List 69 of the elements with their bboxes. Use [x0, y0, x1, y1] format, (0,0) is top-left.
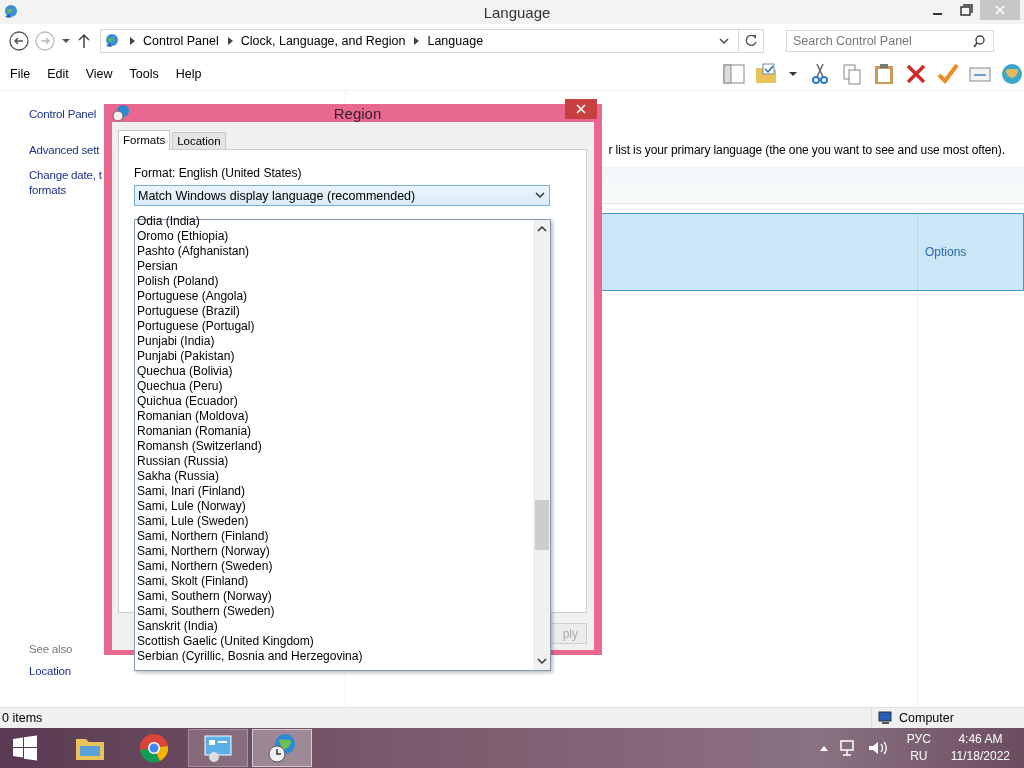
dropdown-option[interactable]: Sami, Inari (Finland): [135, 484, 533, 499]
network-icon[interactable]: [838, 739, 857, 757]
dropdown-option[interactable]: Portuguese (Portugal): [135, 319, 533, 334]
breadcrumb[interactable]: Control Panel: [143, 34, 219, 48]
sidebar-link[interactable]: Change date, t formats: [29, 168, 102, 198]
chevron-icon: [128, 36, 136, 46]
chevron-up-icon: [535, 224, 548, 234]
clock-time[interactable]: 4:46 AM: [958, 731, 1003, 748]
format-label: Format: English (United States): [134, 166, 303, 180]
dropdown-option[interactable]: Romansh (Switzerland): [135, 439, 533, 454]
dropdown-option[interactable]: Sami, Lule (Norway): [135, 499, 533, 514]
sidebar-link[interactable]: Control Panel: [29, 107, 97, 122]
computer-icon: [878, 711, 894, 725]
speaker-icon[interactable]: [866, 739, 887, 757]
chevron-down-icon: [534, 190, 546, 201]
close-icon[interactable]: [565, 99, 597, 119]
window-title: Language: [482, 3, 552, 21]
dropdown-option[interactable]: Romanian (Romania): [135, 424, 533, 439]
dropdown-option[interactable]: Sami, Northern (Norway): [135, 544, 533, 559]
sidebar-link[interactable]: Advanced sett: [29, 143, 100, 158]
description-text: r list is your primary language (the one you want to see and use most often).: [608, 143, 1005, 157]
dropdown-option[interactable]: Russian (Russia): [135, 454, 533, 469]
menu-item[interactable]: Tools: [129, 67, 159, 81]
globe-clock-icon[interactable]: [252, 729, 312, 767]
dialog-title: Region: [332, 104, 383, 122]
dropdown-option[interactable]: Sami, Northern (Finland): [135, 529, 533, 544]
section-heading: See also: [29, 643, 73, 655]
input-language[interactable]: РУС: [906, 731, 931, 748]
dropdown-option[interactable]: Romanian (Moldova): [135, 409, 533, 424]
locale-indicator[interactable]: RU: [910, 748, 928, 765]
breadcrumb[interactable]: Clock, Language, and Region: [240, 34, 406, 48]
dropdown-option[interactable]: Sami, Southern (Norway): [135, 589, 533, 604]
control-panel-icon[interactable]: [188, 729, 248, 767]
clock-date[interactable]: 11/18/2022: [950, 748, 1010, 765]
dropdown-option[interactable]: Portuguese (Brazil): [135, 304, 533, 319]
menu-item[interactable]: Edit: [47, 67, 69, 81]
dropdown-option[interactable]: Sami, Northern (Sweden): [135, 559, 533, 574]
address-bar[interactable]: Control Panel Clock, Language, and Region Language: [100, 29, 764, 53]
dropdown-option[interactable]: Sami, Skolt (Finland): [135, 574, 533, 589]
tab[interactable]: Location: [172, 132, 226, 149]
search-field[interactable]: Search Control Panel: [786, 30, 994, 52]
dropdown-option[interactable]: Punjabi (Pakistan): [135, 349, 533, 364]
status-text: 0 items: [1, 711, 43, 725]
tab[interactable]: Formats: [118, 130, 171, 150]
scroll-thumb[interactable]: [534, 500, 549, 550]
status-text: Computer: [899, 711, 954, 725]
dropdown-option[interactable]: Quichua (Ecuador): [135, 394, 533, 409]
menu-item[interactable]: File: [10, 67, 31, 81]
options-link[interactable]: Options: [917, 214, 1023, 290]
chevron-icon: [225, 36, 234, 46]
menu-item[interactable]: View: [85, 67, 113, 81]
menu-item[interactable]: Help: [175, 67, 202, 81]
dropdown-option[interactable]: Sakha (Russia): [135, 469, 533, 484]
back-icon[interactable]: [8, 30, 30, 52]
dropdown-option[interactable]: Scottish Gaelic (United Kingdom): [135, 634, 533, 649]
chevron-icon: [412, 36, 421, 46]
format-dropdown[interactable]: Match Windows display language (recommended): [134, 185, 550, 206]
sidebar-link[interactable]: Location: [29, 664, 71, 679]
dropdown-option[interactable]: Quechua (Peru): [135, 379, 533, 394]
dropdown-option[interactable]: Quechua (Bolivia): [135, 364, 533, 379]
dropdown-option[interactable]: Sami, Southern (Sweden): [135, 604, 533, 619]
dropdown-option[interactable]: Sami, Lule (Sweden): [135, 514, 533, 529]
scrollbar[interactable]: [533, 220, 550, 670]
dropdown-option[interactable]: Punjabi (India): [135, 334, 533, 349]
dropdown-option[interactable]: Sanskrit (India): [135, 619, 533, 634]
chevron-down-icon: [535, 656, 548, 666]
dropdown-option[interactable]: Portuguese (Angola): [135, 289, 533, 304]
breadcrumb[interactable]: Language: [427, 34, 484, 48]
dropdown-option[interactable]: Serbian (Cyrillic, Bosnia and Herzegovina): [135, 649, 533, 664]
